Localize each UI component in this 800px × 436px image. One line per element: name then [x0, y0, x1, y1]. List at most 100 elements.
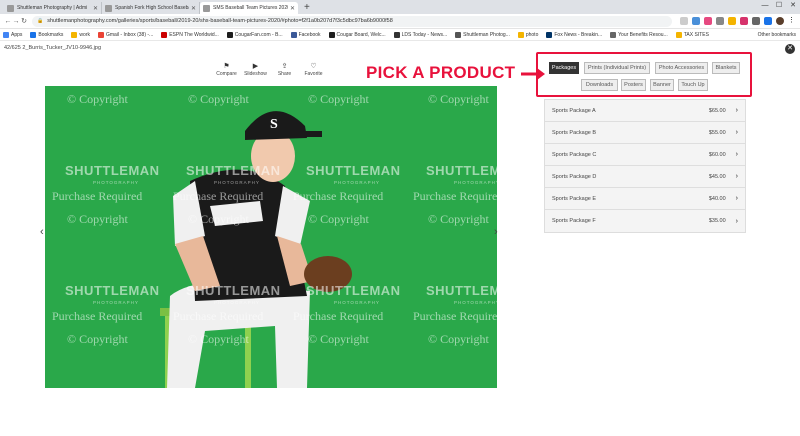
- package-row[interactable]: Sports Package C $60.00 ›: [545, 144, 745, 166]
- browser-toolbar: ← → ↻ 🔒 shuttlemanphotography.com/galler…: [0, 14, 800, 29]
- new-tab-icon[interactable]: +: [304, 2, 310, 14]
- package-price: $60.00: [708, 151, 726, 158]
- bookmark-label: Shuttleman Photog...: [463, 31, 510, 38]
- tab-close-icon[interactable]: ✕: [290, 5, 295, 12]
- bookmark-item[interactable]: Shuttleman Photog...: [455, 31, 510, 38]
- address-bar[interactable]: 🔒 shuttlemanphotography.com/galleries/sp…: [32, 15, 672, 27]
- close-icon[interactable]: ✕: [785, 44, 795, 54]
- extension-icon[interactable]: [692, 17, 700, 25]
- slideshow-button[interactable]: ▶ Slideshow: [241, 62, 270, 77]
- tab-prints[interactable]: Prints (Individual Prints): [584, 62, 650, 74]
- bookmark-item[interactable]: CougarFan.com - B...: [226, 31, 283, 38]
- bookmark-item[interactable]: Facebook: [290, 31, 321, 38]
- bookmark-item[interactable]: TAX SITES: [675, 31, 709, 38]
- back-icon[interactable]: ←: [4, 18, 12, 25]
- compare-button[interactable]: ⚑ Compare: [212, 62, 241, 77]
- share-button[interactable]: ⇪ Share: [270, 62, 299, 77]
- bookmark-label: photo: [525, 31, 539, 38]
- bookmark-item[interactable]: photo: [517, 31, 539, 38]
- pick-product-text: PICK A PRODUCT: [366, 63, 516, 82]
- browser-tab-strip: Shuttleman Photography | Admi ✕ Spanish …: [0, 0, 800, 14]
- favorite-button[interactable]: ♡ Favorite: [299, 62, 328, 77]
- bookmark-label: Cougar Board, Welc...: [336, 31, 386, 38]
- tab-photo-accessories[interactable]: Photo Accessories: [655, 62, 708, 74]
- extension-icon[interactable]: [740, 17, 748, 25]
- bookmark-label: Your Benefits Resou...: [618, 31, 668, 38]
- pick-product-annotation: PICK A PRODUCT: [366, 63, 546, 83]
- extension-icon[interactable]: [704, 17, 712, 25]
- tab-close-icon[interactable]: ✕: [191, 5, 196, 12]
- watermark-sub: PHOTOGRAPHY: [214, 300, 260, 305]
- watermark-sub: PHOTOGRAPHY: [334, 300, 380, 305]
- reload-icon[interactable]: ↻: [20, 17, 28, 25]
- bookmark-icon: [328, 31, 335, 38]
- bookmark-item[interactable]: Apps: [3, 31, 22, 38]
- favorite-label: Favorite: [304, 71, 323, 77]
- extension-icon[interactable]: [764, 17, 772, 25]
- bookmark-item[interactable]: Bookmarks: [30, 31, 63, 38]
- tab-blankets[interactable]: Blankets: [712, 62, 740, 74]
- bookmark-item[interactable]: Gmail - Inbox (38) -...: [97, 31, 154, 38]
- bookmark-item[interactable]: ESPN The Worldwid...: [161, 31, 219, 38]
- package-price: $55.00: [708, 129, 726, 136]
- chevron-right-icon: ›: [735, 151, 738, 158]
- bookmarks-bar: Apps Bookmarks work Gmail - Inbox (38) -...…: [0, 29, 800, 41]
- other-bookmarks[interactable]: Other bookmarks: [758, 32, 796, 38]
- slideshow-label: Slideshow: [244, 71, 267, 77]
- window-controls: — ☐ ✕: [758, 0, 800, 12]
- bookmark-item[interactable]: LDS Today - News...: [393, 31, 447, 38]
- tab-downloads[interactable]: Downloads: [581, 79, 618, 91]
- forward-icon[interactable]: →: [12, 18, 20, 25]
- package-row[interactable]: Sports Package E $40.00 ›: [545, 188, 745, 210]
- watermark-purchase: Purchase Required: [173, 189, 264, 203]
- package-name: Sports Package A: [552, 107, 596, 114]
- watermark-purchase: Purchase Required: [413, 189, 497, 203]
- bookmark-item[interactable]: Your Benefits Resou...: [610, 31, 668, 38]
- watermark-copyright: © Copyright: [188, 212, 249, 226]
- browser-tab-label: Shuttleman Photography | Admi: [17, 5, 88, 11]
- lock-icon: 🔒: [37, 18, 44, 24]
- package-row[interactable]: Sports Package A $65.00 ›: [545, 100, 745, 122]
- bookmark-icon: [517, 31, 524, 38]
- bookmark-label: Gmail - Inbox (38) -...: [105, 31, 154, 38]
- extension-icon[interactable]: [716, 17, 724, 25]
- package-name: Sports Package D: [552, 173, 597, 180]
- tab-banner[interactable]: Banner: [650, 79, 674, 91]
- profile-avatar[interactable]: [776, 17, 784, 25]
- watermark-sub: PHOTOGRAPHY: [93, 180, 139, 185]
- maximize-icon[interactable]: ☐: [772, 0, 786, 12]
- next-photo-button[interactable]: ›: [494, 226, 498, 238]
- bookmark-item[interactable]: Fox News - Breakin...: [546, 31, 602, 38]
- watermark-copyright: © Copyright: [428, 332, 489, 346]
- bookmark-icon: [3, 31, 9, 38]
- extension-icon[interactable]: [752, 17, 760, 25]
- window-close-icon[interactable]: ✕: [786, 0, 800, 12]
- compare-label: Compare: [216, 71, 237, 77]
- tab-posters[interactable]: Posters: [621, 79, 646, 91]
- package-row[interactable]: Sports Package B $55.00 ›: [545, 122, 745, 144]
- tab-close-icon[interactable]: ✕: [93, 5, 98, 12]
- gallery-photo[interactable]: S © Copyright SHUTTLEMAN PHOTOGRAPHY Purcha…: [45, 86, 497, 388]
- tab-packages[interactable]: Packages: [549, 62, 579, 74]
- browser-tab-active[interactable]: SMS Baseball Team Pictures 2020 ✕: [200, 2, 298, 14]
- url-text: shuttlemanphotography.com/galleries/spor…: [47, 18, 393, 24]
- photo-actions: ⚑ Compare ▶ Slideshow ⇪ Share ♡ Favorite: [212, 62, 328, 77]
- chevron-right-icon: ›: [735, 129, 738, 136]
- watermark-copyright: © Copyright: [428, 212, 489, 226]
- bookmark-item[interactable]: Cougar Board, Welc...: [328, 31, 386, 38]
- extension-icon[interactable]: [728, 17, 736, 25]
- package-row[interactable]: Sports Package D $45.00 ›: [545, 166, 745, 188]
- package-name: Sports Package B: [552, 129, 597, 136]
- browser-tab[interactable]: Spanish Fork High School Baseball ✕: [102, 2, 200, 14]
- menu-icon[interactable]: ⋮: [788, 17, 796, 25]
- previous-photo-button[interactable]: ‹: [40, 226, 44, 238]
- bookmark-icon: [290, 31, 297, 38]
- tab-touch-up[interactable]: Touch Up: [678, 79, 708, 91]
- chevron-right-icon: ›: [735, 173, 738, 180]
- minimize-icon[interactable]: —: [758, 0, 772, 12]
- bookmark-item[interactable]: work: [71, 31, 90, 38]
- package-row[interactable]: Sports Package F $35.00 ›: [545, 210, 745, 232]
- browser-tab[interactable]: Shuttleman Photography | Admi ✕: [4, 2, 102, 14]
- share-label: Share: [277, 71, 292, 77]
- star-icon[interactable]: [680, 17, 688, 25]
